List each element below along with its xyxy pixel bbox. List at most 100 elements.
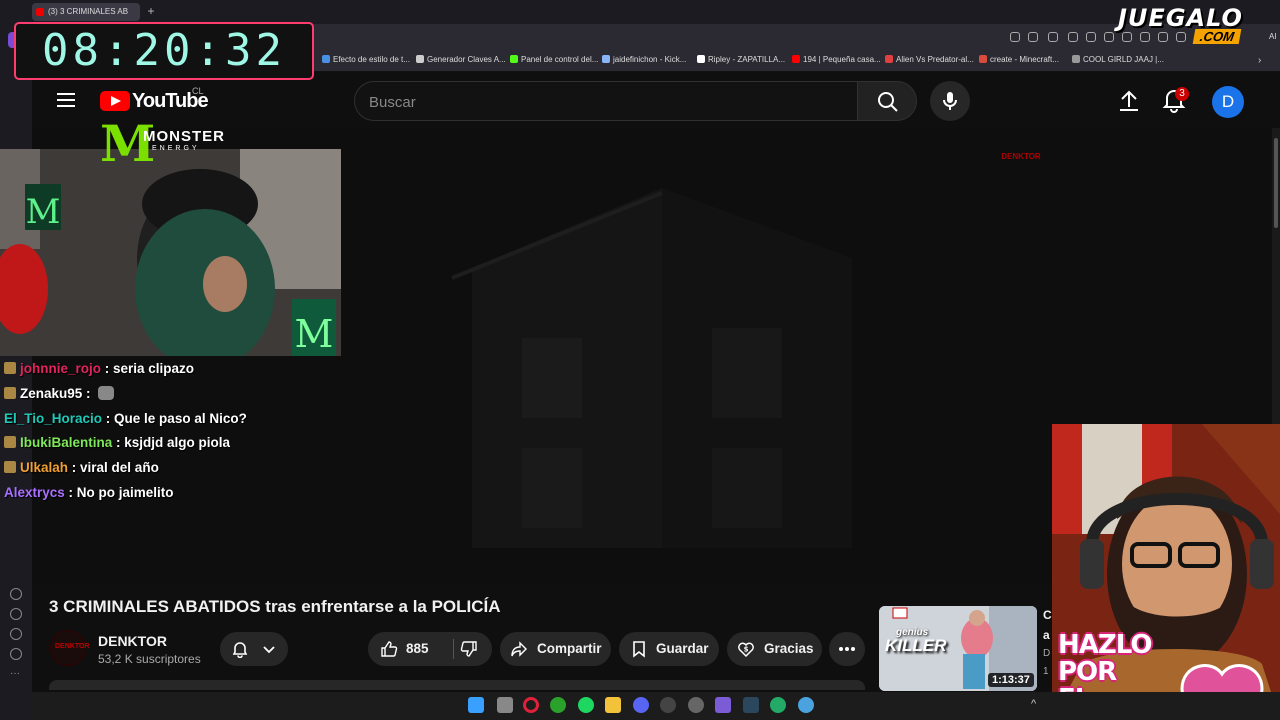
settings-icon[interactable] (10, 628, 22, 640)
upload-icon (1120, 90, 1138, 111)
bookmark-label: Ripley - ZAPATILLA... (708, 55, 786, 64)
opera-browser-icon[interactable] (523, 697, 539, 713)
new-tab-button[interactable]: + (145, 5, 157, 17)
tips-icon[interactable] (10, 648, 22, 660)
bookmark-item[interactable]: Ripley - ZAPATILLA... (697, 55, 785, 64)
heart-icon[interactable] (10, 588, 22, 600)
share-label: Compartir (537, 641, 602, 656)
spotify-icon[interactable] (578, 697, 594, 713)
tab-bar (0, 0, 1280, 24)
chat-emote-icon (98, 385, 115, 400)
more-horizontal-icon (839, 647, 855, 651)
bookmark-favicon-icon (792, 55, 800, 63)
subscription-bell-button[interactable] (220, 632, 288, 666)
more-icon[interactable]: ··· (10, 668, 20, 679)
search-button[interactable] (857, 81, 917, 121)
obs-icon[interactable] (660, 697, 676, 713)
youtube-logo-icon[interactable] (100, 91, 130, 111)
chat-message: Ulkalah : viral del año (4, 460, 159, 475)
chat-separator: : (64, 485, 77, 500)
bookmark-item[interactable]: Generador Claves A... (416, 55, 506, 64)
history-icon[interactable] (10, 608, 22, 620)
tab-title: (3) 3 CRIMINALES AB (48, 7, 129, 16)
app-icon-1[interactable] (688, 697, 704, 713)
browser-sidebar: ··· (0, 0, 32, 720)
camera-icon[interactable] (1048, 32, 1058, 42)
discord-icon[interactable] (633, 697, 649, 713)
youtube-favicon-icon (36, 8, 44, 16)
chat-username: Ulkalah (20, 460, 69, 476)
bookmark-item[interactable]: COOL GIRLD JAAJ |... (1072, 55, 1164, 64)
channel-subscribers: 53,2 K suscriptores (98, 652, 201, 666)
chat-text: ksjdjd algo piola (124, 435, 231, 451)
thanks-label: Gracias (764, 641, 814, 656)
account-avatar[interactable]: D (1212, 86, 1244, 118)
bookmark-item[interactable]: 194 | Pequeña casa... (792, 55, 881, 64)
bookmark-favicon-icon (697, 55, 705, 63)
channel-name[interactable]: DENKTOR (98, 633, 167, 649)
chat-username: Zenaku95 (20, 385, 83, 401)
description-box[interactable] (49, 680, 865, 690)
system-tray-chevron-icon[interactable]: ^ (1031, 698, 1036, 710)
app-icon-3[interactable] (770, 697, 786, 713)
channel-avatar[interactable]: DENKTOR (50, 630, 89, 666)
notification-count-badge: 3 (1175, 87, 1189, 101)
video-frame-image (451, 188, 852, 548)
bookmarks-more-icon[interactable]: › (1258, 55, 1261, 66)
channel-watermark[interactable]: DENKTOR (1000, 143, 1042, 171)
bookmark-label: COOL GIRLD JAAJ |... (1083, 55, 1164, 64)
voice-search-button[interactable] (930, 81, 970, 121)
chat-username: IbukiBalentina (20, 435, 113, 451)
file-explorer-icon[interactable] (605, 697, 621, 713)
bookmark-item[interactable]: Panel de control del... (510, 55, 598, 64)
thumbs-up-icon (381, 641, 398, 657)
related-video-title-line2[interactable]: a (1043, 628, 1050, 642)
bookmark-item[interactable]: Alien Vs Predator-al... (885, 55, 974, 64)
search-icon (878, 92, 898, 112)
task-view-icon[interactable] (497, 697, 513, 713)
chat-message: johnnie_rojo : seria clipazo (4, 361, 194, 376)
svg-text:M: M (26, 192, 61, 232)
svg-text:$: $ (744, 646, 749, 654)
chat-text: Que le paso al Nico? (114, 410, 247, 426)
video-title: 3 CRIMINALES ABATIDOS tras enfrentarse a… (49, 597, 501, 616)
bookmark-label: jaidefinichon - Kick... (613, 55, 687, 64)
scrollbar-thumb[interactable] (1274, 138, 1278, 228)
bookmark-item[interactable]: create - Minecraft... (979, 55, 1059, 64)
chat-badge-icon (4, 436, 16, 449)
create-upload-button[interactable] (1116, 88, 1142, 114)
chat-separator: : (82, 385, 95, 401)
search-input[interactable] (369, 92, 839, 112)
windows-start-icon[interactable] (468, 697, 484, 713)
share-button[interactable]: Compartir (500, 632, 611, 666)
shield-icon[interactable] (1068, 32, 1078, 42)
play-icon[interactable] (1086, 32, 1096, 42)
monster-sub-text: ENERGY (152, 145, 200, 152)
juegalo-logo-text: JUEGALO (1118, 4, 1243, 32)
bookmark-item[interactable]: Efecto de estilo de t... (322, 55, 410, 64)
related-thumb-text-main: KILLER (885, 636, 947, 655)
edit-icon[interactable] (1028, 32, 1038, 42)
bookmark-favicon-icon (979, 55, 987, 63)
save-button[interactable]: Guardar (619, 632, 719, 666)
windows-taskbar (32, 692, 1280, 720)
search-box (354, 81, 858, 121)
bell-icon (232, 642, 248, 658)
hazlo-line-2: POR (1058, 657, 1117, 687)
search-page-icon[interactable] (1010, 32, 1020, 42)
thanks-button[interactable]: $ Gracias (727, 632, 822, 666)
more-actions-button[interactable] (829, 632, 865, 666)
hamburger-menu-icon[interactable] (57, 90, 77, 110)
browser-tab-active[interactable]: (3) 3 CRIMINALES AB (32, 3, 140, 21)
xbox-icon[interactable] (550, 697, 566, 713)
app-icon-4[interactable] (798, 697, 814, 713)
bookmark-icon (633, 641, 645, 658)
related-video-title[interactable]: C (1043, 608, 1052, 622)
like-button[interactable]: 885 (368, 632, 452, 666)
steam-icon[interactable] (743, 697, 759, 713)
dislike-button[interactable] (454, 632, 492, 666)
app-icon-2[interactable] (715, 697, 731, 713)
like-count: 885 (406, 641, 429, 656)
chat-username: johnnie_rojo (20, 361, 101, 376)
bookmark-item[interactable]: jaidefinichon - Kick... (602, 55, 686, 64)
